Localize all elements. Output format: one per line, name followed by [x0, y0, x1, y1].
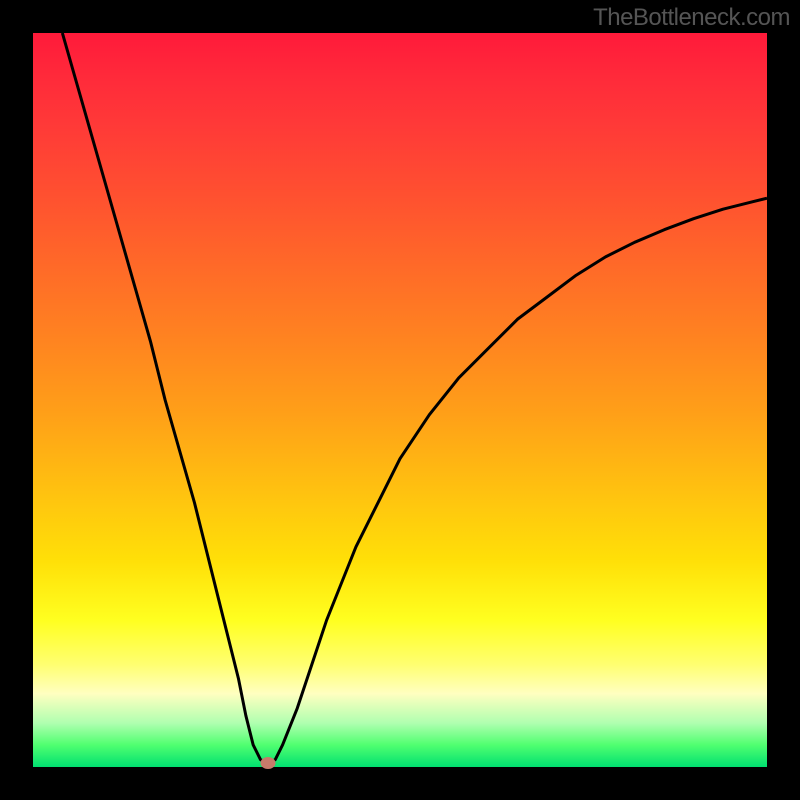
bottleneck-curve-chart — [33, 33, 767, 767]
watermark-text: TheBottleneck.com — [593, 4, 790, 32]
optimal-point-marker — [260, 757, 275, 769]
curve-line — [62, 33, 767, 763]
